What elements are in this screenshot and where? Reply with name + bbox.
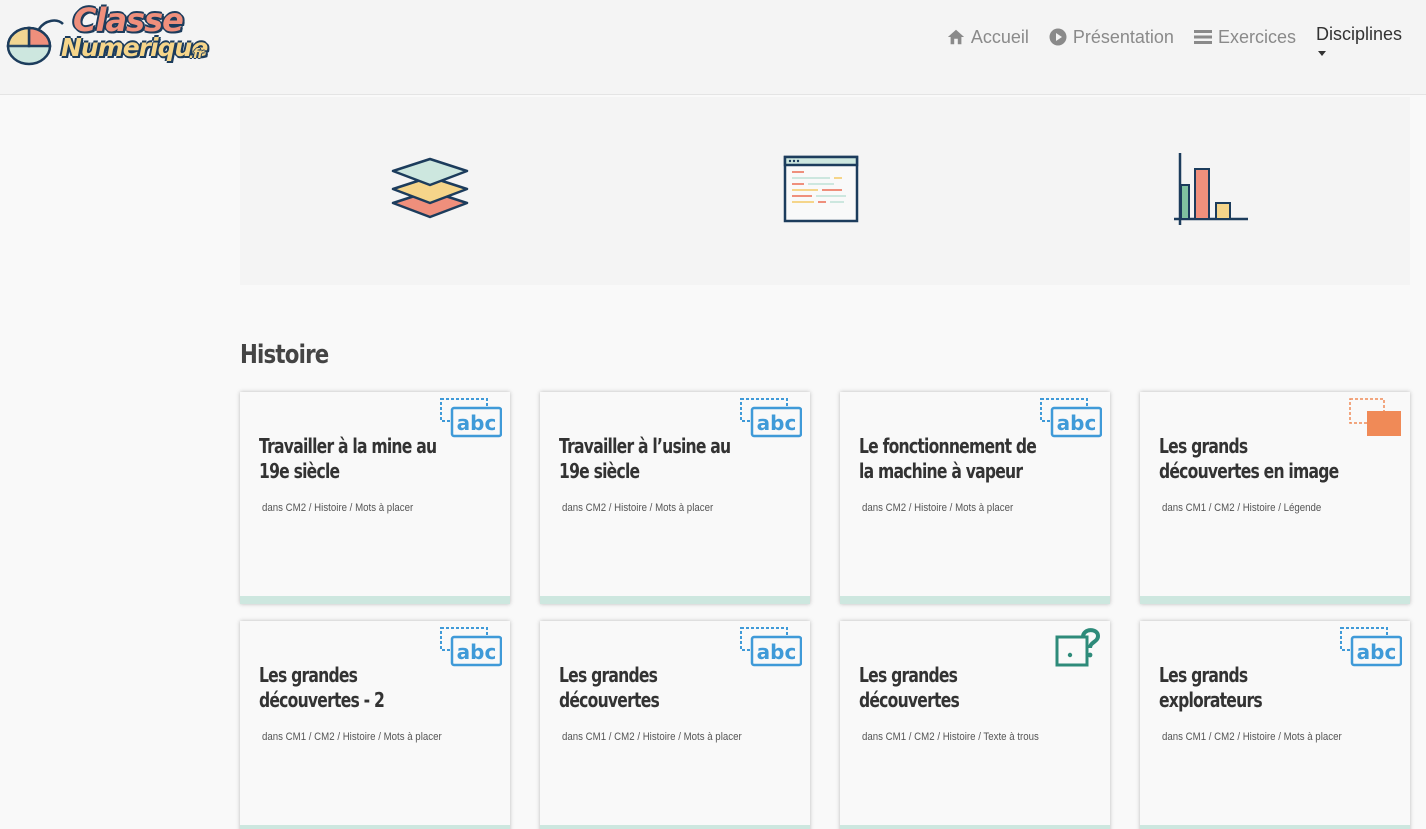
abc-icon: abc bbox=[1340, 627, 1402, 667]
exercise-card[interactable]: Travailler à l’usine au 19e siècle dans … bbox=[540, 392, 810, 604]
card-meta: dans CM1 / CM2 / Histoire / Légende bbox=[1162, 502, 1322, 514]
label-icon bbox=[1349, 398, 1401, 436]
exercise-card[interactable]: Travailler à la mine au 19e siècle dans … bbox=[240, 392, 510, 604]
card-meta: dans CM2 / Histoire / Mots à placer bbox=[262, 502, 414, 514]
nav-disciplines[interactable]: Disciplines bbox=[1316, 24, 1402, 56]
logo-fr: .fr bbox=[189, 47, 204, 62]
svg-text:abc: abc bbox=[457, 640, 497, 664]
features-panel bbox=[240, 97, 1410, 285]
card-meta: dans CM1 / CM2 / Histoire / Texte à trou… bbox=[862, 731, 1039, 743]
abc-icon: abc bbox=[440, 398, 502, 438]
site-header: Classe Numerique .fr Accueil Présentatio… bbox=[0, 0, 1426, 95]
card-title: Travailler à la mine au 19e siècle bbox=[259, 434, 437, 483]
svg-text:abc: abc bbox=[757, 640, 797, 664]
bar-chart-icon bbox=[1174, 153, 1248, 225]
abc-icon: abc bbox=[440, 627, 502, 667]
caret-down-icon bbox=[1317, 51, 1326, 56]
svg-text:abc: abc bbox=[1057, 411, 1097, 435]
logo-numerique: Numerique bbox=[61, 33, 208, 62]
abc-icon: abc bbox=[740, 398, 802, 438]
mouse-logo-icon bbox=[6, 19, 64, 66]
logo-classe: Classe bbox=[73, 1, 184, 39]
card-meta: dans CM1 / CM2 / Histoire / Mots à place… bbox=[262, 731, 442, 743]
card-title: Les grands explorateurs bbox=[1159, 663, 1263, 712]
section-title: Histoire bbox=[240, 340, 329, 370]
exercise-card[interactable]: Les grandes découvertes dans CM1 / CM2 /… bbox=[840, 621, 1110, 829]
question-icon bbox=[1055, 628, 1101, 667]
card-title: Le fonctionnement de la machine à vapeur bbox=[859, 434, 1037, 483]
nav-exercices-label: Exercices bbox=[1217, 26, 1296, 47]
nav-disciplines-label: Disciplines bbox=[1315, 24, 1402, 44]
card-title: Travailler à l’usine au 19e siècle bbox=[559, 434, 731, 483]
svg-text:abc: abc bbox=[457, 411, 497, 435]
home-icon bbox=[947, 29, 964, 45]
exercise-card[interactable]: Les grands explorateurs dans CM1 / CM2 /… bbox=[1140, 621, 1410, 829]
card-title: Les grandes découvertes bbox=[859, 663, 960, 712]
card-meta: dans CM2 / Histoire / Mots à placer bbox=[862, 502, 1014, 514]
exercise-card[interactable]: Les grandes découvertes - 2 dans CM1 / C… bbox=[240, 621, 510, 829]
card-title: Les grandes découvertes bbox=[559, 663, 660, 712]
menu-lines-icon bbox=[1193, 30, 1212, 44]
abc-icon: abc bbox=[740, 627, 802, 667]
nav-accueil[interactable]: Accueil bbox=[947, 24, 1029, 50]
card-meta: dans CM1 / CM2 / Histoire / Mots à place… bbox=[1162, 731, 1342, 743]
site-logo[interactable]: Classe Numerique .fr bbox=[5, 1, 208, 72]
svg-text:abc: abc bbox=[757, 411, 797, 435]
card-title: Les grandes découvertes - 2 bbox=[259, 663, 385, 712]
main-nav: Accueil Présentation Exercices Disciplin… bbox=[947, 24, 1402, 56]
card-meta: dans CM1 / CM2 / Histoire / Mots à place… bbox=[562, 731, 742, 743]
play-circle-icon bbox=[1049, 28, 1067, 46]
nav-exercices[interactable]: Exercices bbox=[1193, 24, 1296, 50]
abc-icon: abc bbox=[1040, 398, 1102, 438]
nav-accueil-label: Accueil bbox=[970, 26, 1029, 47]
exercise-card[interactable]: Les grandes découvertes dans CM1 / CM2 /… bbox=[540, 621, 810, 829]
card-title: Les grands découvertes en image bbox=[1159, 434, 1339, 483]
nav-presentation[interactable]: Présentation bbox=[1049, 24, 1174, 50]
exercise-card[interactable]: Le fonctionnement de la machine à vapeur… bbox=[840, 392, 1110, 604]
nav-presentation-label: Présentation bbox=[1072, 26, 1174, 47]
layers-icon bbox=[391, 157, 469, 219]
exercise-card[interactable]: Les grands découvertes en image dans CM1… bbox=[1140, 392, 1410, 604]
svg-text:abc: abc bbox=[1357, 640, 1397, 664]
card-meta: dans CM2 / Histoire / Mots à placer bbox=[562, 502, 714, 514]
browser-window-icon bbox=[783, 155, 859, 223]
